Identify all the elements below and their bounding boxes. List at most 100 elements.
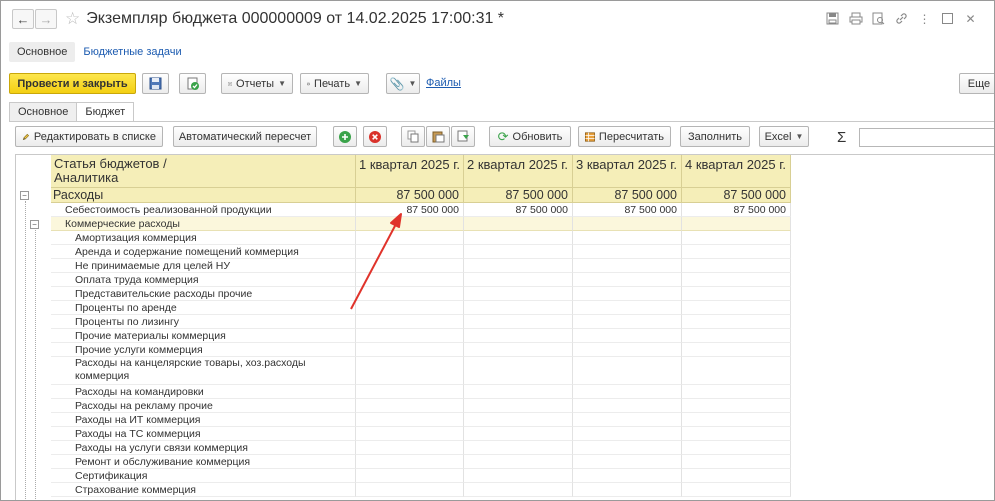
- amount-cell[interactable]: [682, 217, 791, 231]
- amount-cell[interactable]: [464, 343, 573, 357]
- amount-cell[interactable]: [356, 469, 464, 483]
- amount-cell[interactable]: [573, 273, 682, 287]
- amount-cell[interactable]: [464, 273, 573, 287]
- budget-item-cell[interactable]: Прочие услуги коммерция: [51, 343, 356, 357]
- amount-cell[interactable]: [573, 245, 682, 259]
- header-budget-item[interactable]: Статья бюджетов / Аналитика: [51, 155, 356, 188]
- sum-icon[interactable]: Σ: [837, 129, 846, 146]
- more-vertical-icon[interactable]: ⋮: [917, 11, 932, 26]
- amount-cell[interactable]: [356, 483, 464, 497]
- amount-cell[interactable]: [464, 469, 573, 483]
- amount-cell[interactable]: [356, 329, 464, 343]
- amount-cell[interactable]: [464, 245, 573, 259]
- auto-recalc-button[interactable]: Автоматический пересчет: [173, 126, 317, 147]
- amount-cell[interactable]: [682, 427, 791, 441]
- amount-cell[interactable]: 87 500 000: [573, 203, 682, 217]
- amount-cell[interactable]: [682, 259, 791, 273]
- budget-item-cell[interactable]: Не принимаемые для целей НУ: [51, 259, 356, 273]
- amount-cell[interactable]: [573, 427, 682, 441]
- collapse-toggle-icon[interactable]: −: [30, 220, 39, 229]
- delete-row-button[interactable]: [363, 126, 387, 147]
- amount-cell[interactable]: 87 500 000: [356, 203, 464, 217]
- amount-cell[interactable]: [356, 455, 464, 469]
- close-icon[interactable]: ✕: [963, 11, 978, 26]
- budget-item-cell[interactable]: Раходы на услуги связи коммерция: [51, 441, 356, 455]
- budget-item-cell[interactable]: Коммерческие расходы: [51, 217, 356, 231]
- collapse-toggle-icon[interactable]: −: [20, 191, 29, 200]
- amount-cell[interactable]: [682, 469, 791, 483]
- amount-cell[interactable]: [573, 315, 682, 329]
- section-tab-main[interactable]: Основное: [9, 42, 76, 62]
- budget-item-cell[interactable]: Оплата труда коммерция: [51, 273, 356, 287]
- budget-item-cell[interactable]: Проценты по лизингу: [51, 315, 356, 329]
- print-button[interactable]: Печать ▼: [300, 73, 369, 94]
- attach-button[interactable]: 📎 ▼: [386, 73, 420, 94]
- amount-cell[interactable]: [464, 357, 573, 385]
- budget-item-cell[interactable]: Расходы на канцелярские товары, хоз.расх…: [51, 357, 356, 385]
- amount-cell[interactable]: [573, 329, 682, 343]
- amount-cell[interactable]: [356, 357, 464, 385]
- amount-cell[interactable]: [573, 483, 682, 497]
- amount-cell[interactable]: [682, 357, 791, 385]
- amount-cell[interactable]: 87 500 000: [682, 188, 791, 203]
- amount-cell[interactable]: 87 500 000: [464, 188, 573, 203]
- amount-cell[interactable]: [356, 217, 464, 231]
- amount-cell[interactable]: [573, 455, 682, 469]
- fill-down-button[interactable]: [451, 126, 475, 147]
- section-tab-budget-tasks[interactable]: Бюджетные задачи: [83, 46, 181, 58]
- amount-cell[interactable]: [682, 483, 791, 497]
- amount-cell[interactable]: [682, 329, 791, 343]
- amount-cell[interactable]: [356, 259, 464, 273]
- amount-cell[interactable]: 87 500 000: [464, 203, 573, 217]
- paste-button[interactable]: [426, 126, 450, 147]
- amount-cell[interactable]: [464, 385, 573, 399]
- excel-button[interactable]: Excel ▼: [759, 126, 809, 147]
- table-search-input[interactable]: [859, 128, 994, 147]
- budget-item-cell[interactable]: Сертификация: [51, 469, 356, 483]
- amount-cell[interactable]: [464, 259, 573, 273]
- add-row-button[interactable]: [333, 126, 357, 147]
- budget-item-cell[interactable]: Расходы на командировки: [51, 385, 356, 399]
- amount-cell[interactable]: [356, 399, 464, 413]
- amount-cell[interactable]: [464, 413, 573, 427]
- amount-cell[interactable]: [682, 455, 791, 469]
- back-button[interactable]: ←: [12, 9, 34, 29]
- maximize-icon[interactable]: [940, 11, 955, 26]
- budget-item-cell[interactable]: Аренда и содержание помещений коммерция: [51, 245, 356, 259]
- link-icon[interactable]: [894, 11, 909, 26]
- amount-cell[interactable]: [573, 399, 682, 413]
- amount-cell[interactable]: [682, 315, 791, 329]
- fill-button[interactable]: Заполнить: [680, 126, 750, 147]
- budget-item-cell[interactable]: Проценты по аренде: [51, 301, 356, 315]
- amount-cell[interactable]: 87 500 000: [682, 203, 791, 217]
- amount-cell[interactable]: [356, 245, 464, 259]
- amount-cell[interactable]: [682, 385, 791, 399]
- edit-in-list-button[interactable]: Редактировать в списке: [15, 126, 163, 147]
- amount-cell[interactable]: [573, 441, 682, 455]
- amount-cell[interactable]: [464, 427, 573, 441]
- amount-cell[interactable]: [464, 483, 573, 497]
- amount-cell[interactable]: [356, 427, 464, 441]
- amount-cell[interactable]: [573, 259, 682, 273]
- amount-cell[interactable]: [356, 413, 464, 427]
- budget-item-cell[interactable]: Прочие материалы коммерция: [51, 329, 356, 343]
- amount-cell[interactable]: [356, 385, 464, 399]
- recalculate-button[interactable]: Пересчитать: [578, 126, 671, 147]
- amount-cell[interactable]: [573, 343, 682, 357]
- amount-cell[interactable]: [682, 343, 791, 357]
- budget-item-cell[interactable]: Расходы на рекламу прочие: [51, 399, 356, 413]
- amount-cell[interactable]: [682, 273, 791, 287]
- preview-icon[interactable]: [871, 11, 886, 26]
- tab-main[interactable]: Основное: [9, 102, 78, 122]
- amount-cell[interactable]: [682, 413, 791, 427]
- budget-item-cell[interactable]: Раходы на ТС коммерция: [51, 427, 356, 441]
- amount-cell[interactable]: [464, 231, 573, 245]
- amount-cell[interactable]: [464, 441, 573, 455]
- budget-grid[interactable]: − − Статья бюджетов / Аналитика 1 квартал 2…: [15, 154, 994, 500]
- print-icon[interactable]: [848, 11, 863, 26]
- amount-cell[interactable]: [573, 231, 682, 245]
- amount-cell[interactable]: [682, 287, 791, 301]
- header-quarter-2[interactable]: 2 квартал 2025 г.: [464, 155, 573, 188]
- header-quarter-1[interactable]: 1 квартал 2025 г.: [356, 155, 464, 188]
- header-quarter-3[interactable]: 3 квартал 2025 г.: [573, 155, 682, 188]
